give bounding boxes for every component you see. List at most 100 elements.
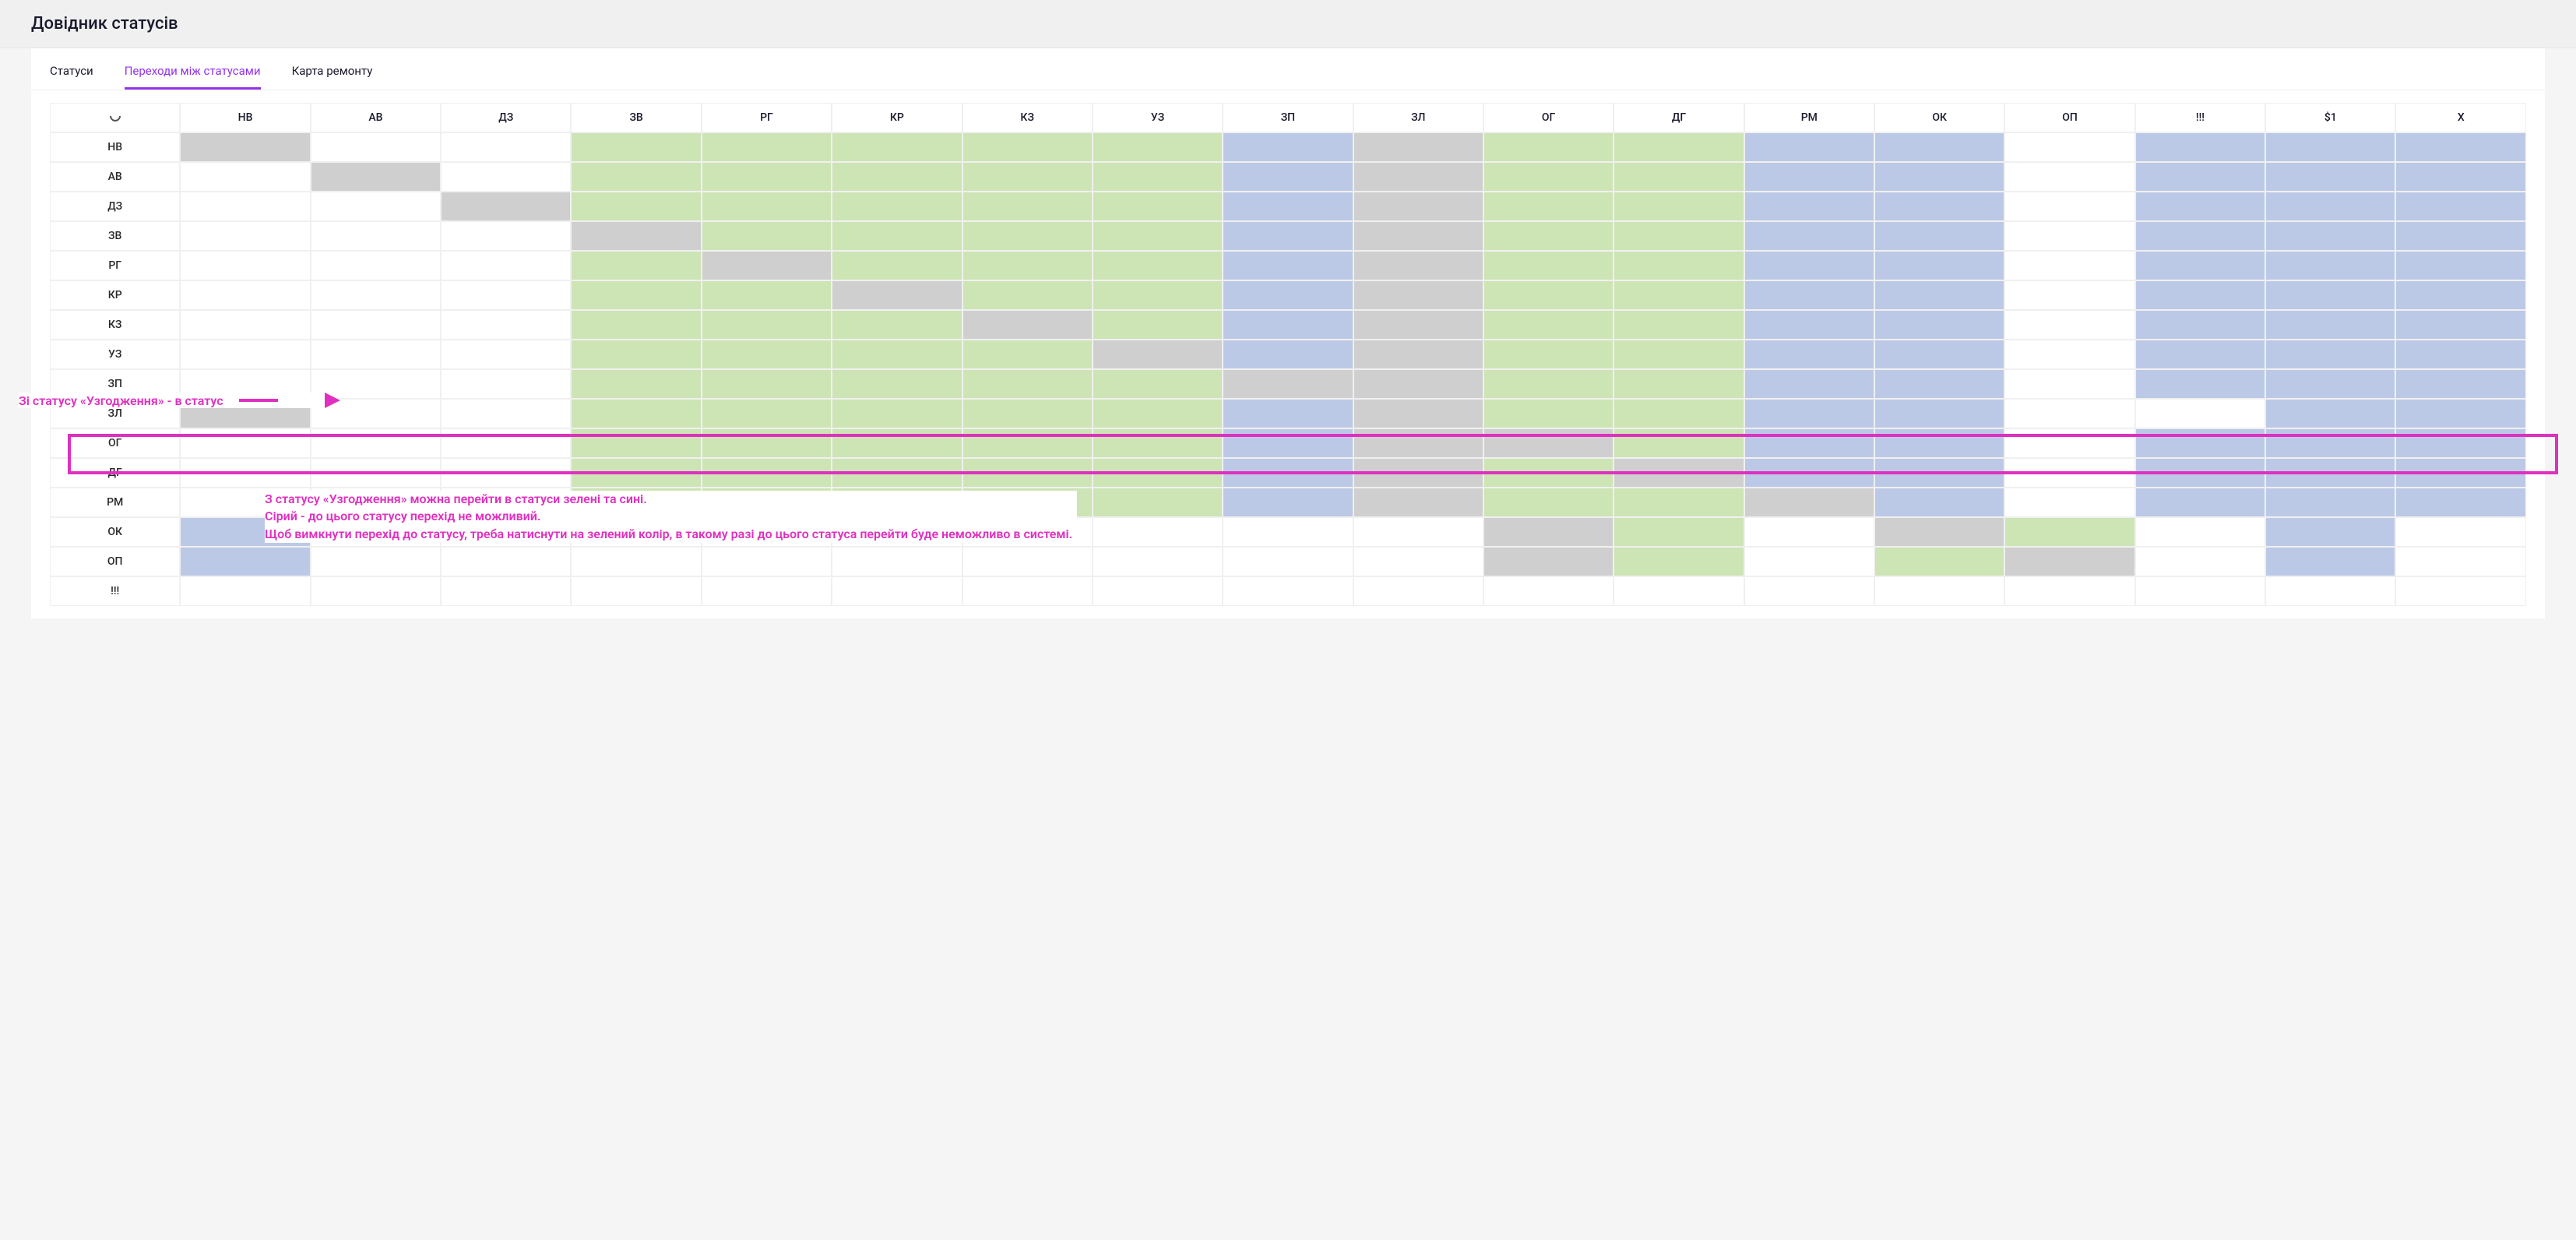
transition-cell[interactable] <box>1744 547 1874 576</box>
transition-cell[interactable] <box>1093 340 1223 369</box>
transition-cell[interactable] <box>571 310 701 340</box>
transition-cell[interactable] <box>311 280 441 310</box>
transition-cell[interactable] <box>832 280 962 310</box>
transition-cell[interactable] <box>2265 310 2395 340</box>
transition-cell[interactable] <box>2135 310 2265 340</box>
transition-cell[interactable] <box>1223 547 1353 576</box>
transition-cell[interactable] <box>2265 576 2395 606</box>
transition-cell[interactable] <box>702 192 832 221</box>
transition-cell[interactable] <box>962 369 1093 399</box>
transition-cell[interactable] <box>1093 251 1223 280</box>
transition-cell[interactable] <box>2265 192 2395 221</box>
transition-cell[interactable] <box>2004 488 2134 517</box>
transition-cell[interactable] <box>702 547 832 576</box>
transition-cell[interactable] <box>2135 517 2265 547</box>
transition-cell[interactable] <box>1614 192 1744 221</box>
transition-cell[interactable] <box>311 162 441 192</box>
transition-cell[interactable] <box>1874 251 2004 280</box>
transition-cell[interactable] <box>571 369 701 399</box>
transition-cell[interactable] <box>1744 251 1874 280</box>
transition-cell[interactable] <box>2395 162 2526 192</box>
transition-cell[interactable] <box>1874 488 2004 517</box>
tab-2[interactable]: Карта ремонту <box>292 64 373 90</box>
transition-cell[interactable] <box>1614 280 1744 310</box>
transition-cell[interactable] <box>2395 517 2526 547</box>
transition-cell[interactable] <box>2135 251 2265 280</box>
transition-cell[interactable] <box>832 458 962 488</box>
transition-cell[interactable] <box>2265 251 2395 280</box>
transition-cell[interactable] <box>1614 369 1744 399</box>
transition-cell[interactable] <box>832 428 962 458</box>
transition-cell[interactable] <box>2395 192 2526 221</box>
transition-cell[interactable] <box>1223 576 1353 606</box>
transition-cell[interactable] <box>2004 428 2134 458</box>
transition-cell[interactable] <box>1744 517 1874 547</box>
transition-cell[interactable] <box>1744 488 1874 517</box>
transition-cell[interactable] <box>1353 488 1483 517</box>
transition-cell[interactable] <box>2004 192 2134 221</box>
transition-cell[interactable] <box>832 369 962 399</box>
transition-cell[interactable] <box>2395 547 2526 576</box>
transition-cell[interactable] <box>962 458 1093 488</box>
transition-cell[interactable] <box>1744 458 1874 488</box>
transition-cell[interactable] <box>311 221 441 251</box>
transition-cell[interactable] <box>441 576 571 606</box>
transition-cell[interactable] <box>962 221 1093 251</box>
transition-cell[interactable] <box>311 428 441 458</box>
transition-cell[interactable] <box>1874 458 2004 488</box>
transition-cell[interactable] <box>1744 310 1874 340</box>
transition-cell[interactable] <box>2265 399 2395 428</box>
transition-cell[interactable] <box>832 340 962 369</box>
transition-cell[interactable] <box>1614 488 1744 517</box>
transition-cell[interactable] <box>1744 221 1874 251</box>
transition-cell[interactable] <box>1744 132 1874 162</box>
transition-cell[interactable] <box>2265 132 2395 162</box>
transition-cell[interactable] <box>571 192 701 221</box>
transition-cell[interactable] <box>1353 251 1483 280</box>
transition-cell[interactable] <box>2004 517 2134 547</box>
transition-cell[interactable] <box>962 310 1093 340</box>
transition-cell[interactable] <box>441 369 571 399</box>
transition-cell[interactable] <box>1744 340 1874 369</box>
transition-cell[interactable] <box>2004 399 2134 428</box>
transition-cell[interactable] <box>1874 280 2004 310</box>
transition-cell[interactable] <box>311 192 441 221</box>
transition-cell[interactable] <box>2004 251 2134 280</box>
transition-cell[interactable] <box>180 576 310 606</box>
transition-cell[interactable] <box>2265 280 2395 310</box>
transition-cell[interactable] <box>2395 251 2526 280</box>
transition-cell[interactable] <box>1093 488 1223 517</box>
transition-cell[interactable] <box>832 192 962 221</box>
transition-cell[interactable] <box>2395 458 2526 488</box>
transition-cell[interactable] <box>2395 399 2526 428</box>
transition-cell[interactable] <box>2135 488 2265 517</box>
transition-cell[interactable] <box>1874 369 2004 399</box>
transition-cell[interactable] <box>1874 132 2004 162</box>
transition-cell[interactable] <box>962 132 1093 162</box>
transition-cell[interactable] <box>1223 340 1353 369</box>
transition-cell[interactable] <box>180 132 310 162</box>
transition-cell[interactable] <box>962 340 1093 369</box>
transition-cell[interactable] <box>702 132 832 162</box>
transition-cell[interactable] <box>832 547 962 576</box>
transition-cell[interactable] <box>832 310 962 340</box>
transition-cell[interactable] <box>832 132 962 162</box>
transition-cell[interactable] <box>2265 488 2395 517</box>
transition-cell[interactable] <box>962 576 1093 606</box>
transition-cell[interactable] <box>1353 458 1483 488</box>
transition-cell[interactable] <box>1353 192 1483 221</box>
transition-cell[interactable] <box>571 428 701 458</box>
transition-cell[interactable] <box>571 576 701 606</box>
transition-cell[interactable] <box>702 162 832 192</box>
transition-cell[interactable] <box>962 192 1093 221</box>
transition-cell[interactable] <box>1353 428 1483 458</box>
transition-cell[interactable] <box>1744 369 1874 399</box>
transition-cell[interactable] <box>962 428 1093 458</box>
transition-cell[interactable] <box>1223 369 1353 399</box>
transition-cell[interactable] <box>571 221 701 251</box>
transition-cell[interactable] <box>1223 428 1353 458</box>
transition-cell[interactable] <box>2135 280 2265 310</box>
transition-cell[interactable] <box>1223 399 1353 428</box>
transition-cell[interactable] <box>441 192 571 221</box>
transition-cell[interactable] <box>2135 369 2265 399</box>
